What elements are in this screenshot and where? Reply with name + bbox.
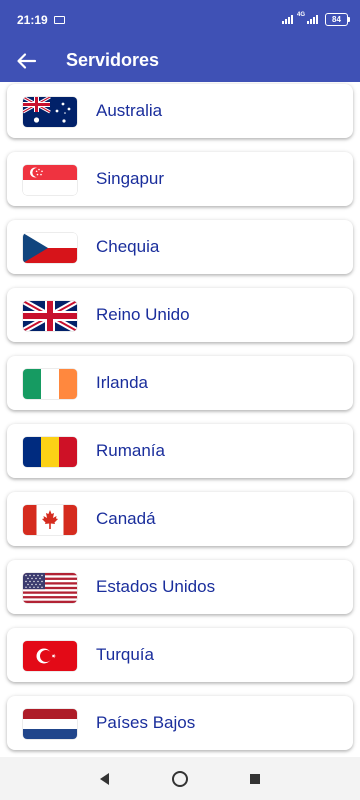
server-name: Reino Unido	[96, 305, 190, 324]
ireland-flag-icon	[23, 369, 77, 399]
united-states-flag-icon	[23, 573, 77, 603]
page-title: Servidores	[66, 50, 160, 70]
server-name: Países Bajos	[96, 713, 196, 732]
server-item-turquia[interactable]: Turquía	[7, 628, 353, 682]
server-item-singapur[interactable]: Singapur	[7, 152, 353, 206]
nav-recents-button[interactable]	[243, 767, 267, 791]
back-button[interactable]	[10, 45, 42, 77]
nav-back-button[interactable]	[93, 767, 117, 791]
romania-flag-icon	[23, 437, 77, 467]
server-item-canada[interactable]: Canadá	[7, 492, 353, 546]
singapore-flag-icon	[23, 165, 77, 195]
server-name: Singapur	[96, 169, 165, 188]
turkey-flag-icon	[23, 641, 77, 671]
australia-flag-icon	[23, 97, 77, 127]
server-list[interactable]: Australia Singapur Chequia Reino Unido I…	[0, 82, 360, 757]
server-item-estados-unidos[interactable]: Estados Unidos	[7, 560, 353, 614]
server-name: Canadá	[96, 509, 156, 528]
signal-icon	[281, 14, 293, 24]
cast-icon	[54, 16, 65, 24]
server-name: Chequia	[96, 237, 160, 256]
app-toolbar: Servidores	[0, 40, 360, 82]
recents-square-icon	[250, 774, 260, 784]
status-time: 21:19	[17, 13, 48, 27]
server-name: Estados Unidos	[96, 577, 216, 596]
server-name: Rumanía	[96, 441, 165, 460]
united-kingdom-flag-icon	[23, 301, 77, 331]
canada-flag-icon	[23, 505, 77, 535]
server-item-australia[interactable]: Australia	[7, 84, 353, 138]
netherlands-flag-icon	[23, 709, 77, 739]
nav-home-button[interactable]	[168, 767, 192, 791]
czechia-flag-icon	[23, 233, 77, 263]
server-item-rumania[interactable]: Rumanía	[7, 424, 353, 478]
arrow-left-icon	[17, 53, 37, 69]
battery-icon: 84	[325, 12, 350, 26]
signal-icon	[307, 14, 318, 24]
server-item-chequia[interactable]: Chequia	[7, 220, 353, 274]
status-bar: 21:19 4G 84	[0, 0, 360, 40]
back-triangle-icon	[100, 773, 109, 785]
server-name: Irlanda	[96, 373, 148, 392]
system-nav-bar	[0, 757, 360, 800]
network-type: 4G	[296, 12, 305, 18]
server-name: Australia	[96, 101, 163, 120]
server-name: Turquía	[96, 645, 154, 664]
server-item-paises-bajos[interactable]: Países Bajos	[7, 696, 353, 750]
server-item-reino-unido[interactable]: Reino Unido	[7, 288, 353, 342]
server-item-irlanda[interactable]: Irlanda	[7, 356, 353, 410]
home-circle-icon	[172, 771, 188, 787]
status-indicators: 4G 84	[281, 12, 350, 26]
